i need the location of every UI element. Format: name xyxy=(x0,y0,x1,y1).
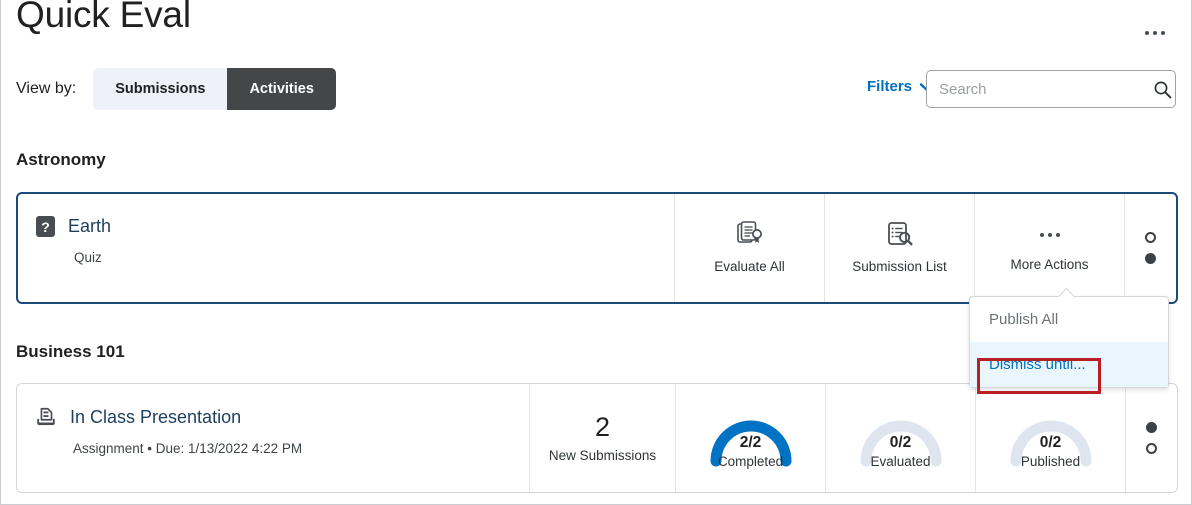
filters-button[interactable]: Filters xyxy=(867,78,933,95)
evaluate-all-label: Evaluate All xyxy=(714,259,785,274)
pager-dot-filled-icon[interactable] xyxy=(1146,422,1157,433)
gauge-label: Published xyxy=(1020,454,1081,469)
ellipsis-horizontal-icon xyxy=(1161,31,1165,35)
ellipsis-horizontal-icon xyxy=(1153,31,1157,35)
course-heading: Business 101 xyxy=(16,342,125,361)
submission-list-icon xyxy=(887,222,913,246)
dropdown-caret-icon xyxy=(1058,288,1076,297)
evaluate-all-icon xyxy=(736,221,762,243)
more-actions-dropdown: Publish All Dismiss until... xyxy=(969,296,1169,388)
card-pager-dots[interactable] xyxy=(1124,194,1176,302)
activity-name-link[interactable]: Earth xyxy=(68,216,111,237)
gauge-label: Evaluated xyxy=(870,454,931,469)
gauge-published[interactable]: 0/2 Published xyxy=(975,384,1125,492)
gauge-value: 0/2 xyxy=(889,433,912,451)
activity-meta: Quiz xyxy=(74,250,102,265)
ellipsis-horizontal-icon xyxy=(1145,31,1149,35)
pager-dot-hollow-icon[interactable] xyxy=(1146,443,1157,454)
page-title: Quick Eval xyxy=(16,0,191,35)
activity-meta: Assignment • Due: 1/13/2022 4:22 PM xyxy=(73,441,303,456)
activity-name-link[interactable]: In Class Presentation xyxy=(70,407,241,428)
submission-list-button[interactable]: Submission List xyxy=(824,194,974,302)
evaluate-all-button[interactable]: Evaluate All xyxy=(674,194,824,302)
assignment-icon xyxy=(37,407,55,426)
view-by-label: View by: xyxy=(16,80,77,97)
quiz-icon: ? xyxy=(36,216,55,237)
more-actions-label: More Actions xyxy=(1010,257,1089,272)
activity-info: ? Earth Quiz xyxy=(18,194,674,302)
activity-card-earth[interactable]: ? Earth Quiz Evaluate All Submission Lis… xyxy=(16,192,1178,304)
activity-actions: Evaluate All Submission List More Action… xyxy=(674,194,1176,302)
ellipsis-horizontal-icon xyxy=(1039,222,1060,248)
gauge-value: 2/2 xyxy=(739,433,762,451)
gauge-label: Completed xyxy=(717,454,784,469)
view-toggle-group: Submissions Activities xyxy=(93,68,336,110)
menu-item-publish-all[interactable]: Publish All xyxy=(970,297,1168,342)
pager-dot-hollow-icon[interactable] xyxy=(1145,232,1156,243)
submission-list-label: Submission List xyxy=(852,259,947,274)
pager-dot-filled-icon[interactable] xyxy=(1145,253,1156,264)
activity-info: In Class Presentation Assignment • Due: … xyxy=(17,384,529,492)
quick-eval-page: Quick Eval View by: Submissions Activiti… xyxy=(0,0,1192,505)
search-input[interactable] xyxy=(927,71,1150,107)
activity-card-in-class-presentation[interactable]: In Class Presentation Assignment • Due: … xyxy=(16,383,1178,493)
tab-activities[interactable]: Activities xyxy=(227,68,336,110)
new-submissions-label: New Submissions xyxy=(548,447,657,463)
search-icon[interactable] xyxy=(1150,71,1175,107)
gauge-value: 0/2 xyxy=(1039,433,1062,451)
more-actions-button[interactable]: More Actions xyxy=(974,194,1124,302)
menu-item-dismiss-until[interactable]: Dismiss until... xyxy=(970,342,1168,387)
activity-stats: 2 New Submissions 2/2 Completed 0/2 Eval… xyxy=(529,384,1177,492)
new-submissions-count: 2 xyxy=(594,411,611,442)
course-heading: Astronomy xyxy=(16,150,106,169)
gauge-evaluated[interactable]: 0/2 Evaluated xyxy=(825,384,975,492)
gauge-completed[interactable]: 2/2 Completed xyxy=(675,384,825,492)
new-submissions-stat[interactable]: 2 New Submissions xyxy=(529,384,675,492)
filters-label: Filters xyxy=(866,78,912,95)
tab-submissions[interactable]: Submissions xyxy=(93,68,228,110)
page-overflow-menu-button[interactable] xyxy=(1135,20,1175,46)
card-pager-dots[interactable] xyxy=(1125,384,1177,492)
search-box[interactable] xyxy=(926,70,1176,108)
view-by-bar: View by: Submissions Activities xyxy=(16,68,336,110)
